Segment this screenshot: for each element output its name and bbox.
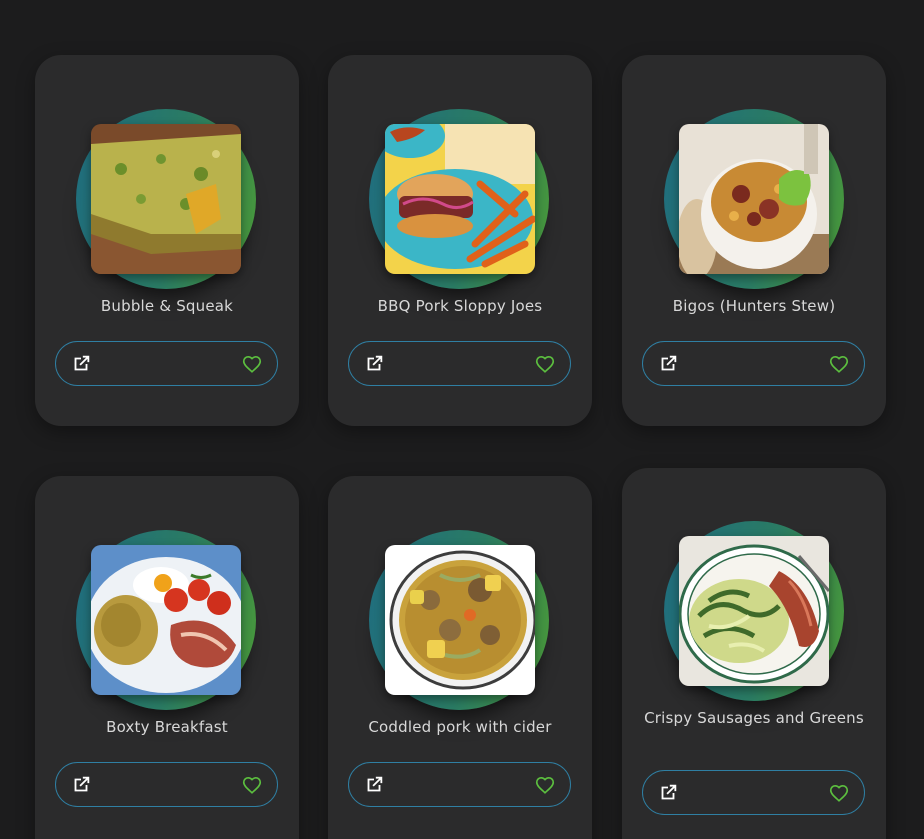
recipe-actions: [55, 341, 278, 386]
recipe-title: Coddled pork with cider: [368, 718, 552, 736]
open-in-new-icon[interactable]: [70, 353, 92, 375]
recipe-title: BBQ Pork Sloppy Joes: [377, 297, 543, 315]
recipe-grid: Bubble & Squeak BBQ Pork Sloppy Joes Big…: [0, 0, 924, 839]
recipe-image[interactable]: [91, 124, 241, 274]
open-in-new-icon[interactable]: [363, 353, 385, 375]
recipe-actions: [348, 341, 571, 386]
recipe-actions: [642, 770, 865, 815]
recipe-card: Bubble & Squeak: [35, 55, 299, 426]
recipe-card: Bigos (Hunters Stew): [622, 55, 886, 426]
heart-outline-icon[interactable]: [828, 353, 850, 375]
recipe-image[interactable]: [91, 545, 241, 695]
recipe-title: Bigos (Hunters Stew): [672, 297, 836, 315]
recipe-actions: [642, 341, 865, 386]
open-in-new-icon[interactable]: [657, 353, 679, 375]
recipe-actions: [348, 762, 571, 807]
heart-outline-icon[interactable]: [534, 353, 556, 375]
open-in-new-icon[interactable]: [70, 774, 92, 796]
open-in-new-icon[interactable]: [363, 774, 385, 796]
heart-outline-icon[interactable]: [241, 353, 263, 375]
recipe-image[interactable]: [679, 536, 829, 686]
recipe-card: BBQ Pork Sloppy Joes: [328, 55, 592, 426]
heart-outline-icon[interactable]: [241, 774, 263, 796]
open-in-new-icon[interactable]: [657, 782, 679, 804]
recipe-image[interactable]: [385, 124, 535, 274]
recipe-card: Crispy Sausages and Greens: [622, 468, 886, 839]
recipe-title: Boxty Breakfast: [106, 718, 228, 736]
recipe-title: Bubble & Squeak: [100, 297, 234, 315]
recipe-image[interactable]: [679, 124, 829, 274]
recipe-card: Coddled pork with cider: [328, 476, 592, 839]
heart-outline-icon[interactable]: [534, 774, 556, 796]
recipe-title: Crispy Sausages and Greens: [644, 709, 864, 727]
heart-outline-icon[interactable]: [828, 782, 850, 804]
recipe-card: Boxty Breakfast: [35, 476, 299, 839]
recipe-actions: [55, 762, 278, 807]
recipe-image[interactable]: [385, 545, 535, 695]
